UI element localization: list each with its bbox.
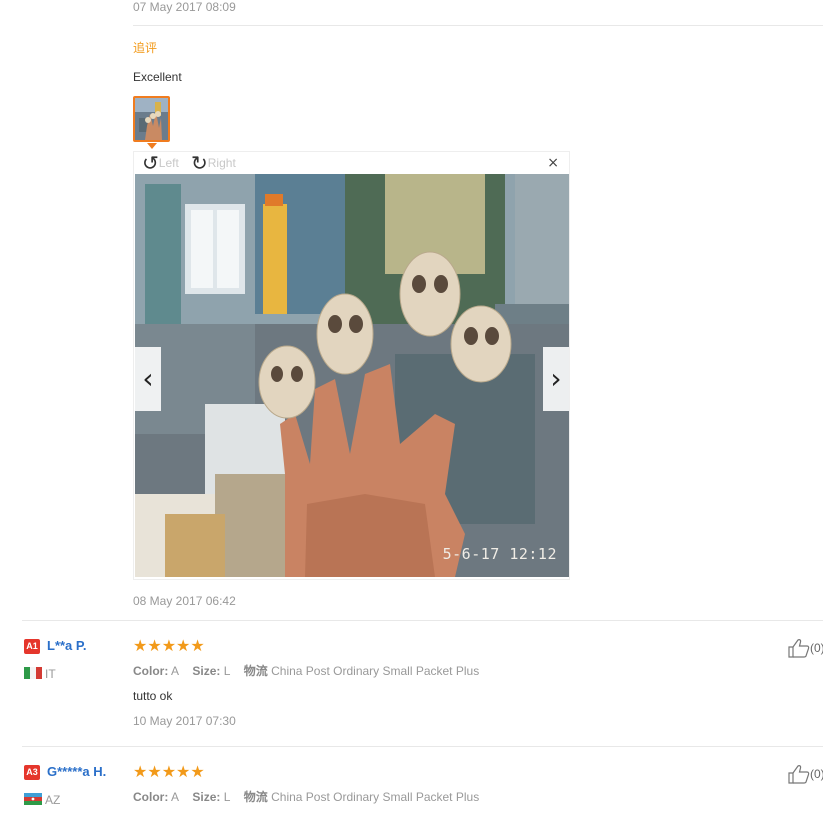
chevron-right-icon: ›: [550, 362, 562, 395]
color-label: Color:: [133, 790, 169, 804]
divider: [22, 746, 823, 747]
rotate-left-button[interactable]: ↺ Left: [142, 152, 179, 174]
divider: [22, 620, 823, 621]
logistics-value: China Post Ordinary Small Packet Plus: [271, 790, 480, 804]
divider: [133, 25, 823, 26]
size-value: L: [223, 790, 231, 804]
review-date: 10 May 2017 07:30: [133, 714, 236, 728]
color-value: A: [171, 664, 180, 678]
rotate-left-label: Left: [158, 156, 179, 170]
helpful-button[interactable]: (0): [788, 764, 823, 784]
size-label: Size:: [192, 790, 221, 804]
size-value: L: [223, 664, 231, 678]
size-label: Size:: [192, 664, 221, 678]
logistics-label: 物流: [243, 790, 268, 804]
helpful-button[interactable]: (0): [788, 638, 823, 658]
chevron-left-icon: ‹: [142, 362, 154, 395]
flag-az-icon: [24, 793, 42, 805]
flag-it-icon: [24, 667, 42, 679]
followup-text: Excellent: [133, 70, 182, 84]
review-text: tutto ok: [133, 689, 173, 703]
logistics-label: 物流: [243, 664, 268, 678]
buyer-level-badge: A3: [24, 765, 40, 780]
viewer-toolbar: ↺ Left ↻ Right ×: [134, 152, 569, 174]
buyer-level-badge: A1: [24, 639, 40, 654]
photo-image: [135, 174, 569, 577]
photo-timestamp: 5-6-17 12:12: [442, 545, 557, 563]
rotate-right-label: Right: [207, 156, 236, 170]
reviewer-name[interactable]: G*****a H.: [47, 764, 106, 779]
thumbnail-caret: [147, 143, 157, 149]
rotate-left-icon: ↺: [142, 151, 159, 175]
rotate-right-icon: ↻: [191, 151, 208, 175]
review-photo: ‹ › 5-6-17 12:12: [135, 174, 569, 577]
review-photo-thumbnail[interactable]: [133, 96, 170, 142]
helpful-count: (0): [810, 641, 823, 655]
color-value: A: [171, 790, 180, 804]
rating-stars: ★★★★★: [133, 762, 205, 781]
color-label: Color:: [133, 664, 169, 678]
reviewer-country: IT: [45, 667, 56, 681]
followup-date: 08 May 2017 06:42: [133, 594, 236, 608]
rotate-right-button[interactable]: ↻ Right: [191, 152, 236, 174]
next-photo-button[interactable]: ›: [543, 347, 569, 411]
previous-photo-button[interactable]: ‹: [135, 347, 161, 411]
rating-stars: ★★★★★: [133, 636, 205, 655]
reviewer-country: AZ: [45, 793, 61, 807]
thumbs-up-icon: [788, 765, 810, 784]
helpful-count: (0): [810, 767, 823, 781]
order-attributes: Color: A Size: L 物流 China Post Ordinary …: [133, 662, 479, 679]
thumbs-up-icon: [788, 639, 810, 658]
reviewer-name[interactable]: L**a P.: [47, 638, 87, 653]
close-icon[interactable]: ×: [547, 155, 559, 171]
photo-viewer: ↺ Left ↻ Right × ‹ › 5-6-17 12:12: [133, 151, 570, 580]
order-attributes: Color: A Size: L 物流 China Post Ordinary …: [133, 788, 479, 805]
review-date: 07 May 2017 08:09: [133, 0, 236, 14]
followup-label: 追评: [133, 41, 158, 55]
logistics-value: China Post Ordinary Small Packet Plus: [271, 664, 480, 678]
